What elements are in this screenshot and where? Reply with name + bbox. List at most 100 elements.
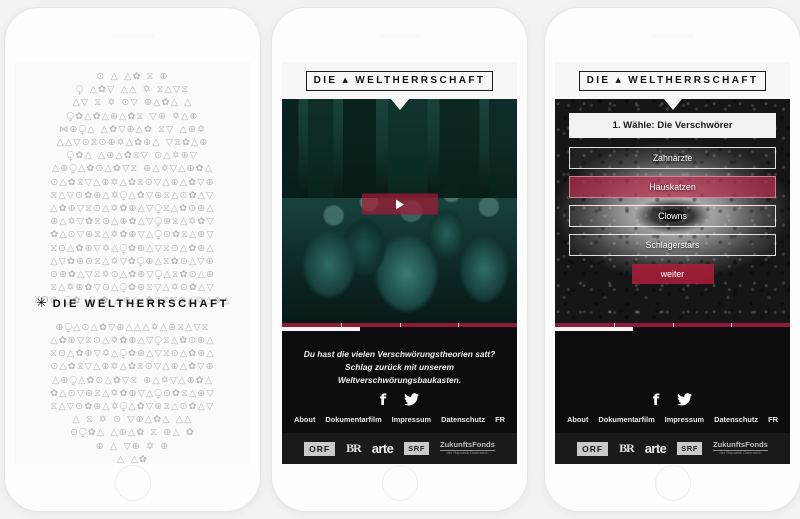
page-title-text: DIE WELTHERRSCHAFT <box>52 298 230 310</box>
footer-nav-item-1[interactable]: About <box>567 415 588 424</box>
symbol-row: ⊙△✿⧖▽△⊕✡△✿⧖⊙▽△⊕△✿▽⊕ <box>50 176 215 188</box>
screenshot-stage: ⊙ △ △✿ ⧖ ⊕ ⧬ △✿▽ △△ ✡ ⧖△▽⧖ △▽ ⧖ ✡ ⊙▽ ⊕△✿△… <box>0 0 800 519</box>
symbol-row: ⊙⊕✿△▽⧖✡⊙△✿⊕▽⧬△⧖✿⊙△⊕ <box>49 269 216 281</box>
twitter-icon[interactable] <box>404 393 420 409</box>
next-button[interactable]: weiter <box>631 264 714 284</box>
logo-word-second: WELTHERRSCHAFT <box>355 75 486 86</box>
sponsor-zukunftsfonds[interactable]: ZukunftsFonds der Republik Österreich <box>440 441 495 455</box>
symbol-pattern: ⊙ △ △✿ ⧖ ⊕ ⧬ △✿▽ △△ ✡ ⧖△▽⧖ △▽ ⧖ ✡ ⊙▽ ⊕△✿△… <box>15 70 250 464</box>
header-notch <box>663 99 682 110</box>
screen-symbol-wall: ⊙ △ △✿ ⧖ ⊕ ⧬ △✿▽ △△ ✡ ⧖△▽⧖ △▽ ⧖ ✡ ⊙▽ ⊕△✿△… <box>15 62 250 464</box>
logo-word-second: WELTHERRSCHAFT <box>628 75 759 86</box>
quiz-option-4[interactable]: Schlagerstars <box>569 234 776 256</box>
twitter-icon[interactable] <box>677 393 693 409</box>
progress-tick-3 <box>458 323 460 327</box>
footer-nav-item-2[interactable]: Dokumentarfilm <box>325 415 381 424</box>
social-links: f <box>555 393 790 409</box>
page-title: ✳ DIE WELTHERRSCHAFT <box>15 296 250 311</box>
tagline-line-2: Schlag zurück mit unserem Weltverschwöru… <box>337 362 462 385</box>
phone-device-left: ⊙ △ △✿ ⧖ ⊕ ⧬ △✿▽ △△ ✡ ⧖△▽⧖ △▽ ⧖ ✡ ⊙▽ ⊕△✿△… <box>5 8 260 511</box>
symbol-row: ⧖⊙△✿⊕▽✡△⧬✿⊕△▽⧖⊙△✿⊕△ <box>50 348 215 360</box>
symbol-row: △✿⊕▽⧖⊙△✡✿⊕△▽⧬⧖△✿⊙⊕△ <box>50 203 215 215</box>
site-logo[interactable]: DIE ▲ WELTHERRSCHAFT <box>578 70 767 91</box>
quiz-option-3[interactable]: Clowns <box>569 205 776 227</box>
quiz-panel: 1. Wähle: Die Verschwörer Zahnärzte Hausk… <box>555 113 790 284</box>
site-logo[interactable]: DIE ▲ WELTHERRSCHAFT <box>305 70 494 91</box>
symbol-row: ✿△⊙▽⊕⧖△✡✿⊕▽△⧬⊙✿⧖△⊕▽ <box>50 229 215 241</box>
footer-nav: About Dokumentarfilm Impressum Datenschutz F… <box>555 409 790 433</box>
site-root: DIE ▲ WELTHERRSCHAFT 1. Wähle: Die Versc… <box>555 62 790 464</box>
phone-device-right: DIE ▲ WELTHERRSCHAFT 1. Wähle: Die Versc… <box>545 8 800 511</box>
progress-bar <box>555 323 790 332</box>
facebook-icon[interactable]: f <box>380 393 387 409</box>
progress-tick-3 <box>731 323 733 327</box>
sponsor-zukunftsfonds-sub: der Republik Österreich <box>719 450 762 456</box>
symbol-row: △ △✿ <box>117 453 148 464</box>
sponsor-br[interactable]: BR <box>619 441 635 456</box>
symbol-row: ⧖△✡⊕✿▽⊙△⧬✿⊕⧖▽△✡⊙✿△▽ <box>50 282 215 294</box>
sponsor-srf[interactable]: SRF <box>677 442 703 455</box>
symbol-row: ⊕⧬△⊙△✿▽⊕△△△✡△⊕⧖△▽⧖ <box>55 321 210 333</box>
footer-nav-item-4[interactable]: Datenschutz <box>714 415 758 424</box>
home-button[interactable] <box>114 465 151 501</box>
symbol-row: ⧬✿△ △⊕△✿⧖▽ ⊙△✡⊕▽ <box>66 150 199 162</box>
quiz-options: Zahnärzte Hauskatzen Clowns Schlagerstars <box>569 147 776 256</box>
phone-speaker <box>651 34 694 38</box>
progress-tick-2 <box>672 323 674 327</box>
progress-tick-1 <box>613 323 615 327</box>
symbol-row: △▽ ⧖ ✡ ⊙▽ ⊕△✿△ △ <box>72 97 193 109</box>
sponsor-orf[interactable]: ORF <box>304 441 336 456</box>
symbol-row: ⊙△✿⧖▽△⊕✡△✿⧖⊙▽△⊕△✿▽⊕ <box>50 361 215 373</box>
site-root: DIE ▲ WELTHERRSCHAFT Du hast die vielen … <box>282 62 517 464</box>
sponsor-zukunftsfonds[interactable]: ZukunftsFonds der Republik Österreich <box>713 441 768 455</box>
footer-nav-item-3[interactable]: Impressum <box>392 415 431 424</box>
symbol-row: ✿△⊙▽⊕⧖△✡✿⊕▽△⧬⊙✿⧖△⊕▽ <box>50 387 215 399</box>
triangle-icon: ▲ <box>342 76 351 84</box>
triangle-icon: ▲ <box>615 76 624 84</box>
progress-bar <box>282 323 517 332</box>
sponsor-srf[interactable]: SRF <box>404 442 430 455</box>
phone-speaker <box>111 34 154 38</box>
progress-tick-1 <box>340 323 342 327</box>
symbol-row: ⧬✿△✿△⊕△✿⧖ ▽⊕ ✡△⊕ <box>66 110 199 122</box>
sponsor-arte[interactable]: arte <box>372 441 394 456</box>
sponsor-logos: ORF BR arte SRF ZukunftsFonds der Republ… <box>555 433 790 464</box>
hero-video[interactable] <box>282 99 517 323</box>
screen-quiz: DIE ▲ WELTHERRSCHAFT 1. Wähle: Die Versc… <box>555 62 790 464</box>
footer-nav: About Dokumentarfilm Impressum Datenschutz F… <box>282 409 517 433</box>
progress-tick-2 <box>399 323 401 327</box>
progress-fill <box>282 327 360 331</box>
phone-device-middle: DIE ▲ WELTHERRSCHAFT Du hast die vielen … <box>272 8 527 511</box>
sponsor-orf[interactable]: ORF <box>577 441 609 456</box>
logo-word-first: DIE <box>586 75 611 86</box>
play-button[interactable] <box>361 193 438 215</box>
footer-nav-item-5[interactable]: FR <box>768 415 778 424</box>
tagline: Du hast die vielen Verschwörungstheorien… <box>282 332 517 387</box>
tagline-line-1: Du hast die vielen Verschwörungstheorien… <box>303 349 496 359</box>
symbol-row: △△▽⊙⧖⊙⊕✡△✿⊕△ ▽⧖✿△⊕ <box>56 137 209 149</box>
symbol-row: ⋈⊕⧬△ △✿▽⊕△✿ ⧖▽ △⊕✡ <box>58 123 207 135</box>
quiz-option-2[interactable]: Hauskatzen <box>569 176 776 198</box>
phone-speaker <box>378 34 421 38</box>
footer-nav-item-4[interactable]: Datenschutz <box>441 415 485 424</box>
quiz-option-1[interactable]: Zahnärzte <box>569 147 776 169</box>
site-header: DIE ▲ WELTHERRSCHAFT <box>555 62 790 99</box>
footer-nav-item-3[interactable]: Impressum <box>665 415 704 424</box>
star-icon: ✳ <box>35 296 47 311</box>
home-button[interactable] <box>381 465 418 501</box>
symbol-row: ⊙⧬✿△ △⊕△✿ ⧖ ⊕△ ✿ <box>70 427 195 439</box>
logo-word-first: DIE <box>313 75 338 86</box>
symbol-row: ⧖△▽⊙✿⊕△✡⧬△✿▽⊕⧖△⊙✿△▽ <box>50 401 215 413</box>
footer-nav-item-2[interactable]: Dokumentarfilm <box>598 415 654 424</box>
footer-nav-item-1[interactable]: About <box>294 415 315 424</box>
quiz-stage: 1. Wähle: Die Verschwörer Zahnärzte Hausk… <box>555 99 790 323</box>
symbol-row: △✿⊕▽⧖⊙△✡✿⊕△▽⧬⧖△✿⊙⊕△ <box>50 335 215 347</box>
home-button[interactable] <box>654 465 691 501</box>
sponsor-zukunftsfonds-sub: der Republik Österreich <box>446 450 489 456</box>
sponsor-arte[interactable]: arte <box>645 441 667 456</box>
symbol-row: ⊙ △ △✿ ⧖ ⊕ <box>96 71 169 82</box>
sponsor-br[interactable]: BR <box>346 441 362 456</box>
facebook-icon[interactable]: f <box>653 393 660 409</box>
screen-landing: DIE ▲ WELTHERRSCHAFT Du hast die vielen … <box>282 62 517 464</box>
footer-nav-item-5[interactable]: FR <box>495 415 505 424</box>
